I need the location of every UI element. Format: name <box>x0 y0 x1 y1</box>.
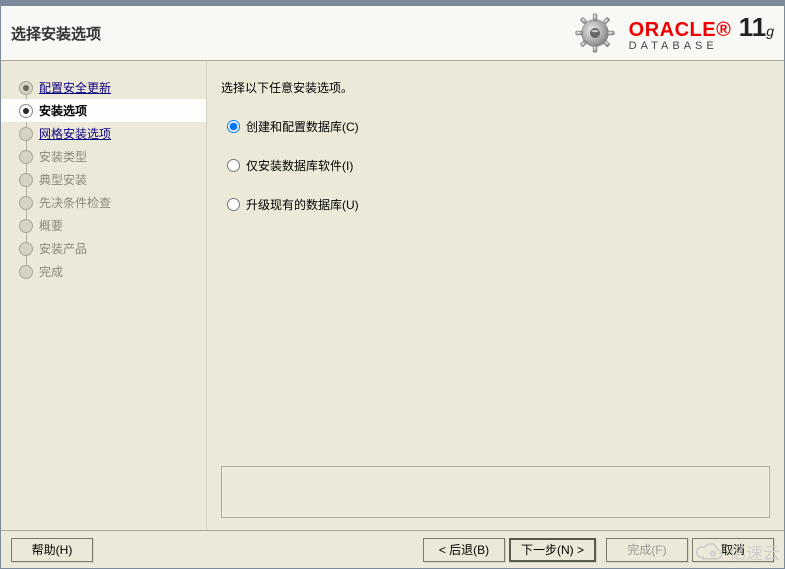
install-option-label: 仅安装数据库软件(I) <box>246 157 353 174</box>
install-option-radio-1[interactable] <box>227 159 240 172</box>
step-bullet-icon <box>19 173 33 187</box>
content-panel: 选择以下任意安装选项。 创建和配置数据库(C) 仅安装数据库软件(I) 升级现有的数… <box>206 61 784 530</box>
brand-name: ORACLE <box>629 19 716 41</box>
step-label: 概要 <box>39 217 63 234</box>
step-bullet-icon <box>19 150 33 164</box>
wizard-steps-sidebar: 配置安全更新安装选项网格安装选项安装类型典型安装先决条件检查概要安装产品完成 <box>1 61 206 530</box>
step-label: 先决条件检查 <box>39 194 111 211</box>
wizard-step-3: 安装类型 <box>1 145 206 168</box>
next-button[interactable]: 下一步(N) > <box>509 538 596 562</box>
wizard-step-5: 先决条件检查 <box>1 191 206 214</box>
step-label: 安装产品 <box>39 240 87 257</box>
gear-icon <box>571 9 619 57</box>
step-label: 典型安装 <box>39 171 87 188</box>
wizard-step-1: 安装选项 <box>1 99 206 122</box>
step-label: 完成 <box>39 263 63 280</box>
step-bullet-icon <box>19 104 33 118</box>
install-option-radio-2[interactable] <box>227 198 240 211</box>
message-area <box>221 466 770 518</box>
step-bullet-icon <box>19 265 33 279</box>
footer-bar: 帮助(H) < 后退(B) 下一步(N) > 完成(F) 取消 <box>1 530 784 568</box>
step-label: 安装选项 <box>39 102 87 119</box>
instruction-text: 选择以下任意安装选项。 <box>221 79 770 96</box>
step-label: 安装类型 <box>39 148 87 165</box>
install-option-radio-0[interactable] <box>227 120 240 133</box>
brand-subtitle: DATABASE <box>629 41 774 52</box>
install-option-label: 升级现有的数据库(U) <box>246 196 359 213</box>
wizard-step-4: 典型安装 <box>1 168 206 191</box>
install-option-1[interactable]: 仅安装数据库软件(I) <box>227 157 770 174</box>
brand-suffix: g <box>766 23 774 39</box>
step-label[interactable]: 网格安装选项 <box>39 125 111 142</box>
gears-decoration <box>571 9 619 57</box>
install-option-0[interactable]: 创建和配置数据库(C) <box>227 118 770 135</box>
brand-version: 11 <box>739 12 767 42</box>
wizard-step-8: 完成 <box>1 260 206 283</box>
wizard-step-6: 概要 <box>1 214 206 237</box>
install-option-2[interactable]: 升级现有的数据库(U) <box>227 196 770 213</box>
step-bullet-icon <box>19 81 33 95</box>
wizard-step-0[interactable]: 配置安全更新 <box>1 76 206 99</box>
installer-header: 选择安装选项 <box>1 6 784 61</box>
brand-block: ORACLE® 11g DATABASE <box>629 14 774 52</box>
step-bullet-icon <box>19 196 33 210</box>
back-button[interactable]: < 后退(B) <box>423 538 505 562</box>
step-bullet-icon <box>19 127 33 141</box>
install-option-label: 创建和配置数据库(C) <box>246 118 359 135</box>
finish-button[interactable]: 完成(F) <box>606 538 688 562</box>
step-label[interactable]: 配置安全更新 <box>39 79 111 96</box>
wizard-step-7: 安装产品 <box>1 237 206 260</box>
page-title: 选择安装选项 <box>11 23 101 44</box>
wizard-step-2[interactable]: 网格安装选项 <box>1 122 206 145</box>
step-bullet-icon <box>19 242 33 256</box>
step-bullet-icon <box>19 219 33 233</box>
help-button[interactable]: 帮助(H) <box>11 538 93 562</box>
cancel-button[interactable]: 取消 <box>692 538 774 562</box>
